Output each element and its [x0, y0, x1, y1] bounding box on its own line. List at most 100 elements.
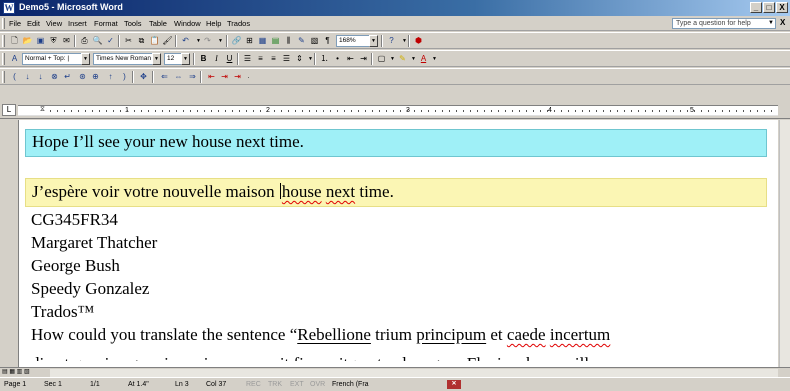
columns-icon[interactable]: ⫼ [282, 35, 295, 47]
indent-marker-icon[interactable]: ⧖ [40, 106, 45, 114]
chevron-down-icon[interactable]: ▼ [152, 53, 161, 65]
toolbar-grip[interactable] [2, 71, 5, 83]
show-hide-icon[interactable]: ¶ [321, 35, 334, 47]
align-center-icon[interactable]: ≡ [254, 53, 267, 65]
font-size-select[interactable]: 12 [164, 53, 182, 65]
copy-icon[interactable]: ⧉ [135, 35, 148, 47]
target-segment[interactable]: J’espère voir votre nouvelle maison hous… [25, 178, 767, 207]
toolbar-grip[interactable] [2, 35, 5, 47]
close-segment-icon[interactable]: ✥ [137, 71, 150, 83]
increase-indent-icon[interactable]: ⇥ [357, 53, 370, 65]
minimize-button[interactable]: _ [750, 2, 762, 13]
chevron-down-icon[interactable]: ▼ [768, 20, 774, 26]
term-mid-icon[interactable]: ⇔ [172, 71, 185, 83]
help-question-input[interactable]: Type a question for help [672, 18, 776, 29]
new-icon[interactable]: 🗋 [8, 35, 21, 47]
horizontal-scrollbar[interactable] [50, 369, 778, 377]
justify-icon[interactable]: ☰ [280, 53, 293, 65]
hyperlink-icon[interactable]: 🔗 [230, 35, 243, 47]
save-icon[interactable]: ▣ [34, 35, 47, 47]
status-trk[interactable]: TRK [268, 381, 282, 388]
menu-insert[interactable]: Insert [68, 19, 87, 28]
bold-button[interactable]: B [197, 53, 210, 65]
menu-help[interactable]: Help [206, 19, 221, 28]
tables-borders-icon[interactable]: ⊞ [243, 35, 256, 47]
view-buttons[interactable]: ▤ ▦ ▥ ▧ [2, 368, 48, 377]
drawing-icon[interactable]: ✎ [295, 35, 308, 47]
redo-icon[interactable]: ↷ [201, 35, 214, 47]
font-select[interactable]: Times New Roman [93, 53, 153, 65]
source-segment[interactable]: Hope I’ll see your new house next time. [25, 129, 767, 157]
print-preview-icon[interactable]: 🔍 [91, 35, 104, 47]
document-page[interactable]: Hope I’ll see your new house next time. … [18, 120, 778, 367]
term-right-icon[interactable]: ⇒ [186, 71, 199, 83]
align-right-icon[interactable]: ≡ [267, 53, 280, 65]
insert-excel-icon[interactable]: ▤ [269, 35, 282, 47]
menu-view[interactable]: View [46, 19, 62, 28]
insert-table-icon[interactable]: ▦ [256, 35, 269, 47]
bullets-icon[interactable]: • [331, 53, 344, 65]
open-icon[interactable]: 📂 [21, 35, 34, 47]
chevron-down-icon[interactable]: ▼ [181, 53, 190, 65]
close-button[interactable]: X [776, 2, 788, 13]
status-ovr[interactable]: OVR [310, 381, 325, 388]
tag-left-icon[interactable]: ⇤ [205, 71, 218, 83]
term-left-icon[interactable]: ⇐ [158, 71, 171, 83]
permission-icon[interactable]: ⛨ [47, 35, 60, 47]
status-line: Ln 3 [175, 381, 189, 388]
ruler-strip[interactable]: ⧖ 1 2 3 4 5 [18, 105, 778, 116]
menu-file[interactable]: File [9, 19, 21, 28]
align-left-icon[interactable]: ☰ [241, 53, 254, 65]
close-document-button[interactable]: X [780, 18, 785, 27]
print-icon[interactable]: ⎙ [78, 35, 91, 47]
chevron-down-icon[interactable]: . [242, 71, 255, 83]
spelling-icon[interactable]: ✓ [104, 35, 117, 47]
spelling-status-icon[interactable]: ✕ [447, 380, 461, 389]
menu-grip[interactable] [2, 18, 5, 29]
menu-table[interactable]: Table [149, 19, 167, 28]
chevron-down-icon[interactable]: ▼ [369, 35, 378, 47]
tag-mid-icon[interactable]: ⇥ [218, 71, 231, 83]
email-icon[interactable]: ✉ [60, 35, 73, 47]
menu-trados[interactable]: Trados [227, 19, 250, 28]
get-concordance-icon[interactable]: ⊛ [76, 71, 89, 83]
tab-selector[interactable]: L [2, 104, 16, 116]
copy-source-icon[interactable]: ↑ [104, 71, 117, 83]
ruler-tick [638, 110, 639, 112]
translate-to-fuzzy-icon[interactable]: ⊕ [89, 71, 102, 83]
restore-icon[interactable]: ↓ [34, 71, 47, 83]
open-get-icon[interactable]: ( [8, 71, 21, 83]
document-map-icon[interactable]: ▧ [308, 35, 321, 47]
zoom-select[interactable]: 168% [336, 35, 370, 47]
menu-tools[interactable]: Tools [124, 19, 142, 28]
clear-target-icon[interactable]: ) [118, 71, 131, 83]
ruler-tick [596, 110, 597, 112]
decrease-indent-icon[interactable]: ⇤ [344, 53, 357, 65]
status-language[interactable]: French (Fra [332, 381, 369, 388]
menu-window[interactable]: Window [174, 19, 201, 28]
italic-button[interactable]: I [210, 53, 223, 65]
style-select[interactable]: Normal + Top: | [22, 53, 82, 65]
toolbar-grip[interactable] [2, 53, 5, 65]
help-icon[interactable]: ? [385, 35, 398, 47]
window-title: Demo5 - Microsoft Word [19, 2, 123, 12]
close-next-icon[interactable]: ↵ [61, 71, 74, 83]
chevron-down-icon[interactable]: ▼ [81, 53, 90, 65]
translate-icon[interactable]: ⬢ [412, 35, 425, 47]
maximize-button[interactable]: □ [763, 2, 775, 13]
set-close-icon[interactable]: ⊗ [48, 71, 61, 83]
format-painter-icon[interactable]: 🖌 [161, 35, 174, 47]
cut-icon[interactable]: ✂ [122, 35, 135, 47]
status-ext[interactable]: EXT [290, 381, 304, 388]
styles-icon[interactable]: A [8, 53, 21, 65]
underline-button[interactable]: U [223, 53, 236, 65]
menu-format[interactable]: Format [94, 19, 118, 28]
menu-edit[interactable]: Edit [27, 19, 40, 28]
paste-icon[interactable]: 📋 [148, 35, 161, 47]
get-next-icon[interactable]: ↓ [21, 71, 34, 83]
vertical-scrollbar[interactable] [779, 120, 790, 367]
undo-icon[interactable]: ↶ [179, 35, 192, 47]
chevron-down-icon[interactable]: ▼ [428, 53, 441, 65]
numbering-icon[interactable]: ⒈ [318, 53, 331, 65]
status-rec[interactable]: REC [246, 381, 261, 388]
